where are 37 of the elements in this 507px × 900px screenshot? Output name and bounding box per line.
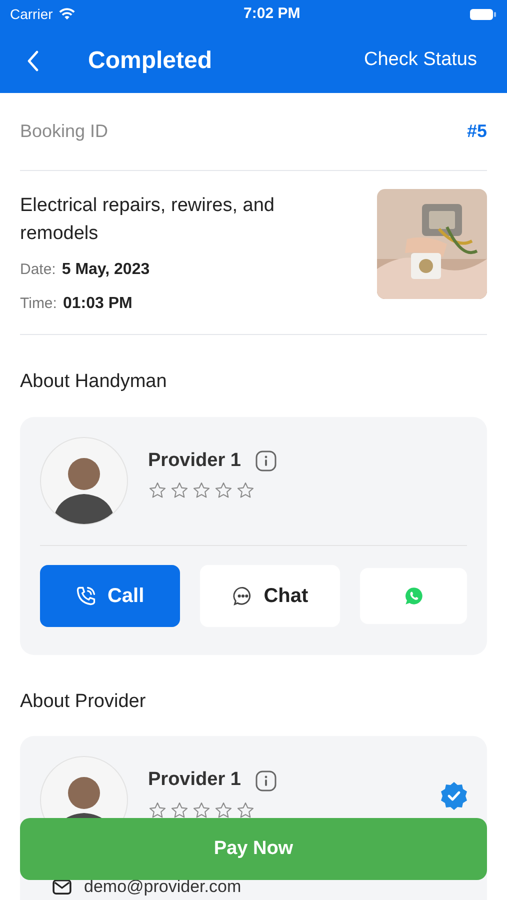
wifi-icon [58, 8, 75, 20]
battery-icon [468, 8, 497, 20]
star-icon [170, 481, 189, 500]
star-icon [192, 481, 211, 500]
booking-id-label: Booking ID [20, 120, 108, 143]
star-icon [170, 800, 189, 820]
carrier-label: Carrier [10, 4, 53, 24]
detail-value: 5 May, 2023 [62, 260, 150, 280]
section-heading: About Handyman [20, 370, 168, 394]
detail-label: Date: [20, 260, 56, 280]
booking-id-value: #5 [466, 120, 487, 143]
info-icon [254, 450, 277, 472]
whatsapp-icon [404, 586, 424, 606]
star-icon [148, 800, 167, 820]
chat-button[interactable]: Chat [200, 564, 340, 626]
star-icon [236, 481, 255, 500]
call-button[interactable]: Call [40, 564, 180, 626]
provider-email: demo@provider.com [84, 878, 242, 896]
star-icon [192, 800, 211, 820]
star-icon [214, 800, 233, 820]
provider-name: Provider 1 [148, 768, 241, 792]
phone-icon [75, 584, 98, 606]
section-heading: About Provider [20, 690, 147, 714]
star-icon [236, 800, 255, 820]
detail-label: Time: [20, 294, 57, 314]
star-icon [214, 481, 233, 500]
back-icon [26, 50, 40, 72]
provider-name: Provider 1 [148, 448, 241, 473]
service-title: Electrical repairs, rewires, and remodels [20, 194, 276, 246]
envelope-icon [52, 879, 72, 895]
clock-time: 7:02 PM [244, 4, 300, 24]
check-status-link[interactable]: Check Status [364, 46, 481, 75]
detail-value: 01:03 PM [62, 294, 132, 314]
pay-now-button[interactable]: Pay Now [20, 818, 487, 880]
star-icon [148, 481, 167, 500]
page-title: Completed [88, 46, 212, 76]
info-icon [254, 770, 277, 792]
